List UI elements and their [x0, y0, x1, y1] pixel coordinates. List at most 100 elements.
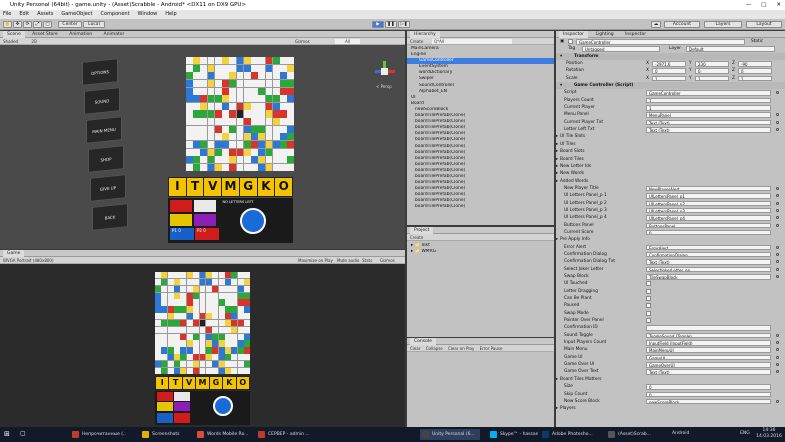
transform-x-field[interactable]: 1: [652, 75, 686, 82]
fold-arrow-icon[interactable]: ▸: [556, 133, 558, 140]
field-value[interactable]: InputField (InputField): [646, 340, 771, 346]
field-label[interactable]: Players: [560, 405, 576, 412]
play-button[interactable]: ▶: [372, 21, 384, 28]
taskbar-app[interactable]: Непрочитанные (..: [70, 429, 136, 440]
rect-tool-icon[interactable]: ▢: [43, 21, 52, 28]
tab-scene[interactable]: Scene: [3, 31, 25, 38]
console-clear-on-play-button[interactable]: Clear on Play: [448, 346, 474, 351]
minimize-icon[interactable]: —: [746, 0, 752, 10]
pivot-toggle[interactable]: Center: [58, 21, 82, 28]
menu-window[interactable]: Window: [138, 10, 158, 19]
object-picker-icon[interactable]: [776, 128, 779, 132]
tab-asset-store[interactable]: Asset Store: [28, 31, 62, 38]
object-picker-icon[interactable]: [776, 216, 779, 220]
taskbar-app[interactable]: СЕРВЕР - admin ...: [256, 429, 316, 440]
tab-project[interactable]: Project: [410, 227, 434, 234]
game-gizmos-dropdown[interactable]: Gizmos: [380, 257, 395, 264]
object-picker-icon[interactable]: [776, 267, 779, 271]
hierarchy-search-input[interactable]: Q*All: [432, 39, 512, 44]
tab-animator[interactable]: Animator: [100, 31, 129, 38]
scene-view[interactable]: OPTIONS SOUND MAIN MENU SHOP GIVE UP BAC…: [0, 45, 405, 249]
tab-animation[interactable]: Animation: [65, 31, 96, 38]
close-icon[interactable]: ✕: [776, 0, 781, 10]
resolution-dropdown[interactable]: WVGA Portrait (480x800): [3, 258, 54, 263]
transform-x-field[interactable]: -2971.6: [652, 61, 686, 67]
field-value[interactable]: UILettersPanel_p1: [646, 193, 771, 199]
fold-arrow-icon[interactable]: ▸: [556, 148, 558, 155]
hand-tool-icon[interactable]: ✋: [3, 21, 12, 28]
object-picker-icon[interactable]: [776, 275, 779, 278]
object-picker-icon[interactable]: [776, 348, 779, 352]
object-name-field[interactable]: GameController: [576, 39, 745, 45]
object-picker-icon[interactable]: [776, 370, 779, 374]
object-picker-icon[interactable]: [776, 341, 779, 345]
console-collapse-button[interactable]: Collapse: [426, 346, 443, 351]
component-fold-icon[interactable]: ▾: [560, 82, 562, 89]
field-value[interactable]: GameUI: [646, 354, 771, 361]
field-label[interactable]: New Letter Ids: [560, 163, 591, 170]
fold-arrow-icon[interactable]: ▸: [556, 178, 558, 185]
fold-arrow-icon[interactable]: ▸: [556, 141, 558, 148]
tray-language[interactable]: ENG: [740, 431, 750, 436]
field-label[interactable]: UI Tile Slots: [560, 133, 585, 140]
field-checkbox[interactable]: [646, 310, 651, 316]
object-picker-icon[interactable]: [776, 252, 779, 256]
scene-gizmo[interactable]: [375, 61, 395, 81]
field-checkbox[interactable]: [646, 303, 651, 309]
scale-tool-icon[interactable]: ⤢: [33, 21, 42, 28]
field-label[interactable]: Board Slots: [560, 148, 584, 155]
object-picker-icon[interactable]: [776, 355, 779, 359]
object-picker-icon[interactable]: [776, 260, 779, 264]
fold-arrow-icon[interactable]: ▸: [556, 170, 558, 177]
taskbar-app[interactable]: Skype™ - hassan...: [488, 429, 538, 440]
taskbar-app[interactable]: Words Mobile Ro...: [195, 429, 253, 440]
field-value[interactable]: GameOverUI: [646, 362, 771, 368]
transform-z-field[interactable]: 1: [738, 75, 772, 82]
fold-arrow-icon[interactable]: ▸: [556, 163, 558, 170]
object-picker-icon[interactable]: [776, 208, 779, 212]
menu-help[interactable]: Help: [165, 10, 176, 19]
static-toggle[interactable]: Static: [751, 38, 763, 45]
object-picker-icon[interactable]: [776, 333, 779, 337]
taskbar-app[interactable]: (Asset)Scrab...: [606, 429, 662, 440]
field-value[interactable]: ErrorAlert: [646, 244, 771, 251]
object-picker-icon[interactable]: [776, 113, 779, 117]
tab-game[interactable]: Game: [3, 250, 25, 257]
field-label[interactable]: Board Tiles: [560, 156, 584, 163]
field-value[interactable]: MenuPanel: [646, 112, 771, 118]
tab-hierarchy[interactable]: Hierarchy: [410, 31, 440, 38]
field-label[interactable]: Added Words: [560, 178, 588, 185]
menu-assets[interactable]: Assets: [37, 10, 53, 19]
persp-label[interactable]: < Persp: [376, 84, 392, 89]
space-toggle[interactable]: Local: [83, 21, 105, 28]
layer-dropdown[interactable]: Default: [686, 46, 775, 52]
field-value[interactable]: Text (Text): [646, 259, 771, 265]
taskbar-app[interactable]: Adobe Photosho...: [540, 429, 602, 440]
start-icon[interactable]: ⊞: [4, 430, 13, 439]
field-checkbox[interactable]: [646, 281, 651, 287]
field-value[interactable]: 1: [646, 105, 771, 111]
object-picker-icon[interactable]: [776, 120, 779, 124]
taskbar-app[interactable]: Screenshots: [140, 429, 192, 440]
tray-android[interactable]: Android: [672, 431, 689, 436]
field-value[interactable]: Text (Text): [646, 119, 771, 126]
transform-fold-icon[interactable]: ▾: [560, 53, 562, 60]
field-checkbox[interactable]: [646, 288, 651, 294]
project-create-button[interactable]: Create: [410, 235, 423, 240]
field-label[interactable]: New Words: [560, 170, 584, 177]
field-value[interactable]: UILettersPanel_p3: [646, 207, 771, 214]
console-clear-button[interactable]: Clear: [410, 346, 420, 351]
project-item-wmrg[interactable]: ▸ 📁 WMRG: [411, 249, 550, 255]
menu-gameobject[interactable]: GameObject: [61, 10, 92, 19]
field-value[interactable]: GameController: [646, 90, 771, 96]
menu-edit[interactable]: Edit: [19, 10, 29, 19]
step-button[interactable]: ▷❚: [398, 21, 410, 28]
field-value[interactable]: ToggleSound (Toggle): [646, 332, 771, 339]
shading-dropdown[interactable]: Shaded: [3, 39, 18, 44]
maximize-on-play-toggle[interactable]: Maximize on Play: [298, 257, 333, 264]
fold-arrow-icon[interactable]: ▸: [556, 376, 558, 383]
field-label[interactable]: Board Tiles Matters: [560, 376, 601, 383]
account-dropdown[interactable]: Account: [664, 21, 700, 28]
gizmos-dropdown[interactable]: Gizmos: [295, 38, 310, 45]
field-value[interactable]: Text (Text): [646, 127, 771, 133]
